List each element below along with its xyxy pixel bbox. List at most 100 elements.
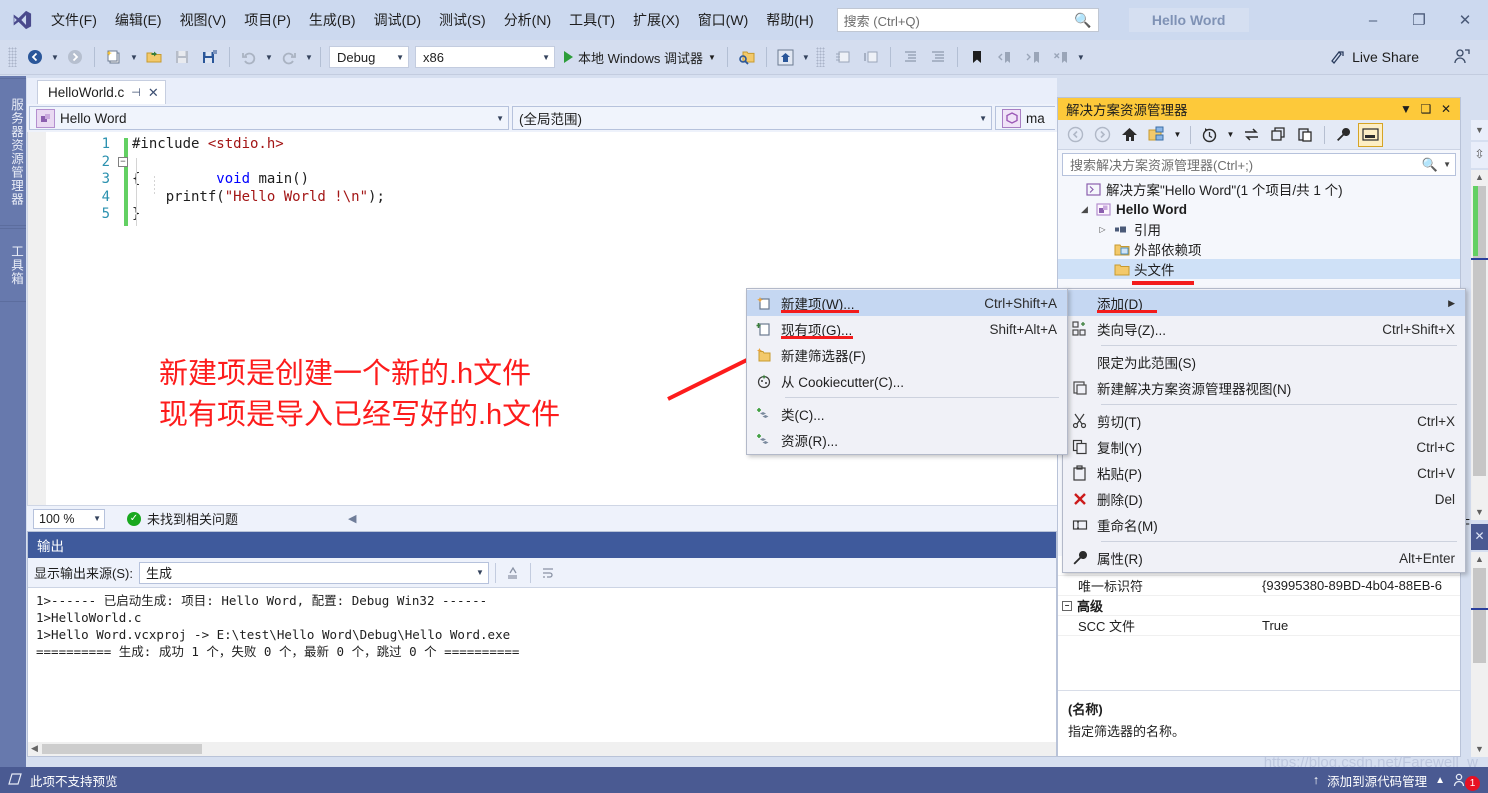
properties-vertical-scrollbar[interactable]: ▲ ▼ [1471,552,1488,757]
undo-dropdown-icon[interactable]: ▼ [263,44,275,70]
code-text[interactable]: #include <stdio.h> −void main() { printf… [118,136,385,224]
redo-dropdown-icon[interactable]: ▼ [303,44,315,70]
close-button[interactable]: ✕ [1442,0,1488,40]
editor-vertical-scrollbar[interactable]: ▲ ▼ [1471,170,1488,520]
property-category-row[interactable]: − 高级 [1058,596,1460,616]
menu-analyze[interactable]: 分析(N) [495,6,560,34]
toolbar-grip-2[interactable] [815,47,825,67]
scroll-left-icon[interactable]: ◀ [348,512,356,525]
home-dropdown-icon[interactable]: ▼ [800,44,812,70]
scroll-up-icon[interactable]: ▲ [1471,552,1488,567]
scrollbar-thumb[interactable] [1473,568,1486,663]
split-icon[interactable]: ⇳ [1471,147,1488,162]
tree-caret[interactable]: ◢ [1078,204,1091,215]
close-icon[interactable]: ✕ [1471,529,1488,544]
live-share-button[interactable]: Live Share [1323,46,1426,68]
menu-item-add-resource[interactable]: 资源(R)... [747,427,1067,453]
platform-combo[interactable]: x86 ▼ [415,46,555,68]
start-debug-button[interactable]: 本地 Windows 调试器 ▼ [558,44,722,70]
nav-member-combo[interactable]: ma [995,106,1055,130]
source-control-up-icon[interactable]: ↑ [1313,773,1319,787]
tree-item-references[interactable]: ▷ 引用 [1058,219,1460,239]
menu-item-rename[interactable]: 重命名(M) [1063,512,1465,538]
status-right-text[interactable]: 添加到源代码管理 [1327,771,1427,790]
solution-explorer-search-input[interactable]: 搜索解决方案资源管理器(Ctrl+;) 🔍 ▼ [1062,153,1456,176]
navigate-back-dropdown-icon[interactable]: ▼ [49,44,61,70]
menu-item-add-class[interactable]: 类(C)... [747,401,1067,427]
minimize-button[interactable]: – [1350,0,1396,40]
panel-close-icon[interactable]: ✕ [1436,99,1456,119]
menu-file[interactable]: 文件(F) [42,6,106,34]
save-all-icon[interactable] [197,44,223,70]
output-horizontal-scrollbar[interactable]: ◀ [28,742,1056,756]
se-show-all-dropdown-icon[interactable]: ▼ [1171,123,1184,147]
menu-item-new-filter[interactable]: 新建筛选器(F) [747,342,1067,368]
tree-item-solution[interactable]: 解决方案"Hello Word"(1 个项目/共 1 个) [1058,179,1460,199]
home-window-icon[interactable] [773,44,799,70]
restore-button[interactable]: ❐ [1396,0,1442,40]
menu-item-existing-item[interactable]: 现有项(G)... Shift+Alt+A [747,316,1067,342]
scrollbar-thumb[interactable] [42,744,202,754]
scroll-up-icon[interactable]: ▲ [1471,170,1488,185]
menu-item-cut[interactable]: 剪切(T) Ctrl+X [1063,408,1465,434]
se-properties-icon[interactable] [1331,123,1356,147]
open-file-icon[interactable] [141,44,167,70]
save-icon[interactable] [169,44,195,70]
panel-maximize-icon[interactable]: ❑ [1416,99,1436,119]
property-row[interactable]: SCC 文件 True [1058,616,1460,636]
menu-item-new-solution-explorer-view[interactable]: 新建解决方案资源管理器视图(N) [1063,375,1465,401]
nav-project-combo[interactable]: Hello Word ▼ [29,106,509,130]
menu-item-add[interactable]: 添加(D) ▶ [1063,290,1465,316]
zoom-level-combo[interactable]: 100 % ▼ [33,508,105,529]
notifications-icon[interactable]: 1 [1453,770,1480,791]
se-pending-changes-icon[interactable] [1197,123,1222,147]
se-home-icon[interactable] [1117,123,1142,147]
menu-item-copy[interactable]: 复制(Y) Ctrl+C [1063,434,1465,460]
menu-view[interactable]: 视图(V) [171,6,236,34]
toggle-bookmark-icon[interactable] [964,44,990,70]
scroll-left-icon[interactable]: ◀ [31,743,38,754]
splitter-handle[interactable]: ⇳ [1471,142,1488,168]
pin-tab-icon[interactable]: ⊣ [131,86,141,99]
se-show-all-files-icon[interactable] [1144,123,1169,147]
se-preview-selected-icon[interactable] [1358,122,1383,147]
output-source-combo[interactable]: 生成 ▼ [138,561,489,584]
editor-tab-helloworld-c[interactable]: HelloWorld.c ⊣ ✕ [37,80,166,104]
tree-item-project[interactable]: ◢ Hello Word [1058,199,1460,219]
menu-build[interactable]: 生成(B) [300,6,365,34]
chevron-down-icon[interactable]: ▼ [1471,123,1488,138]
menu-debug[interactable]: 调试(D) [365,6,430,34]
menu-item-delete[interactable]: 删除(D) Del [1063,486,1465,512]
tree-caret[interactable]: ▷ [1096,225,1109,234]
menu-item-scope-to-this[interactable]: 限定为此范围(S) [1063,349,1465,375]
new-project-icon[interactable] [101,44,127,70]
se-pending-dropdown-icon[interactable]: ▼ [1224,123,1237,147]
menu-item-from-cookiecutter[interactable]: 从 Cookiecutter(C)... [747,368,1067,394]
clear-output-icon[interactable] [502,562,524,584]
status-caret-icon[interactable]: ▲ [1435,775,1445,786]
menu-help[interactable]: 帮助(H) [757,6,822,34]
menu-project[interactable]: 项目(P) [235,6,300,34]
tree-item-header-files[interactable]: 头文件 [1058,259,1460,279]
chevron-down-icon[interactable]: ▼ [1443,160,1451,169]
menu-item-class-wizard[interactable]: 类向导(Z)... Ctrl+Shift+X [1063,316,1465,342]
collapse-region-icon[interactable]: − [118,156,128,167]
sidebar-tab-server-explorer[interactable]: 服务器资源管理器 [0,78,26,226]
sidebar-tab-toolbox[interactable]: 工具箱 [0,228,26,302]
search-input[interactable]: 搜索 (Ctrl+Q) 🔍 [836,8,1099,32]
se-collapse-all-icon[interactable] [1293,123,1318,147]
find-in-files-icon[interactable] [734,44,760,70]
menu-test[interactable]: 测试(S) [430,6,495,34]
navigate-forward-icon[interactable] [62,44,88,70]
close-tab-icon[interactable]: ✕ [148,85,159,101]
se-sync-icon[interactable] [1239,123,1264,147]
nav-scope-combo[interactable]: (全局范围) ▼ [512,106,992,130]
menu-item-new-item[interactable]: 新建项(W)... Ctrl+Shift+A [747,290,1067,316]
scroll-down-icon[interactable]: ▼ [1471,505,1488,520]
new-project-dropdown-icon[interactable]: ▼ [128,44,140,70]
panel-scroll-dropdown[interactable]: ▼ [1471,120,1488,140]
property-row[interactable]: 唯一标识符 {93995380-89BD-4b04-88EB-6 [1058,576,1460,596]
panel-close-strip[interactable]: ✕ [1471,524,1488,550]
menu-item-paste[interactable]: 粘贴(P) Ctrl+V [1063,460,1465,486]
panel-dropdown-icon[interactable]: ▼ [1396,99,1416,119]
